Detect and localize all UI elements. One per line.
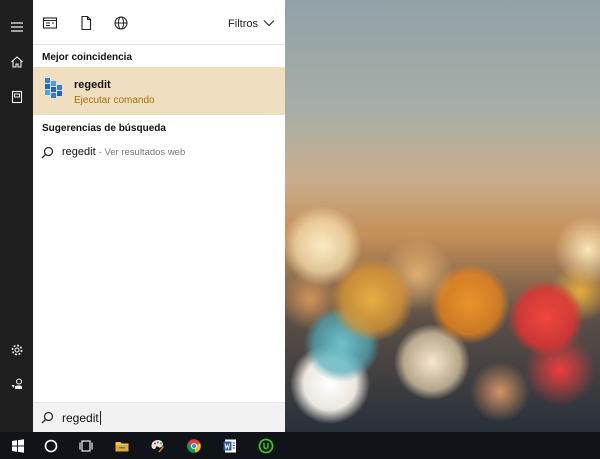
best-match-heading: Mejor coincidencia — [42, 52, 133, 63]
word-icon[interactable] — [212, 432, 248, 459]
hamburger-icon[interactable] — [0, 12, 33, 42]
suggestions-heading: Sugerencias de búsqueda — [42, 123, 166, 134]
document-icon[interactable] — [78, 15, 94, 31]
paint-icon[interactable] — [140, 432, 176, 459]
settings-icon[interactable] — [0, 335, 33, 365]
notebook-icon[interactable] — [0, 82, 33, 112]
apps-icon[interactable] — [42, 15, 58, 31]
result-title: regedit — [74, 79, 111, 91]
start-icon[interactable] — [0, 432, 36, 459]
utorrent-icon[interactable] — [248, 432, 284, 459]
filter-toolbar: Filtros — [33, 0, 285, 44]
task-view-icon[interactable] — [68, 432, 104, 459]
result-subtitle: Ejecutar comando — [74, 95, 155, 106]
filters-label: Filtros — [228, 18, 258, 30]
home-icon[interactable] — [0, 47, 33, 77]
search-icon — [41, 146, 54, 159]
search-input[interactable]: regedit — [33, 402, 285, 432]
chevron-down-icon — [263, 18, 275, 30]
chrome-icon[interactable] — [176, 432, 212, 459]
best-match-result[interactable]: regedit Ejecutar comando — [33, 67, 285, 115]
cortana-icon[interactable] — [33, 432, 69, 459]
feedback-icon[interactable] — [0, 369, 33, 399]
toolbar-divider — [33, 44, 285, 45]
web-icon[interactable] — [113, 15, 129, 31]
suggestion-hint: - Ver resultados web — [98, 146, 186, 158]
search-results-panel: Filtros Mejor coincidencia regedit Ejecu… — [33, 0, 285, 432]
start-rail — [0, 0, 33, 432]
file-explorer-icon[interactable] — [104, 432, 140, 459]
search-query-text[interactable]: regedit — [62, 410, 101, 425]
search-icon — [41, 411, 54, 424]
taskbar — [0, 432, 600, 459]
suggestion-term: regedit — [62, 146, 96, 158]
suggestion-item[interactable]: regedit - Ver resultados web — [33, 141, 285, 163]
registry-editor-icon — [42, 76, 66, 100]
filters-dropdown[interactable]: Filtros — [228, 18, 275, 30]
